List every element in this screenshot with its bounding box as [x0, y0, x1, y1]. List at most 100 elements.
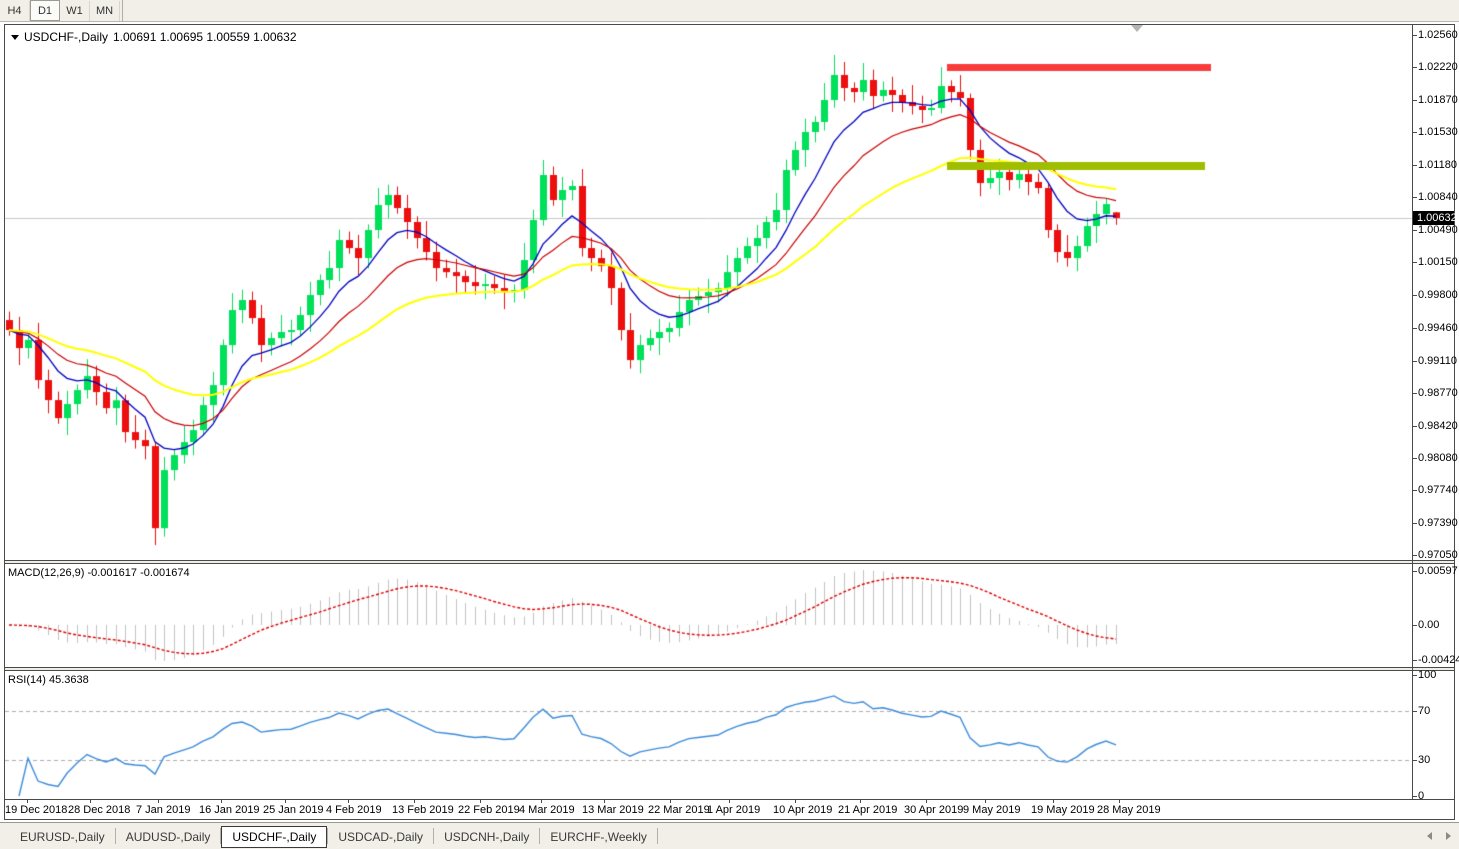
tab-audusd-daily[interactable]: AUDUSD-,Daily [116, 826, 221, 848]
tick-mark [1413, 165, 1417, 166]
date-axis-label: 16 Jan 2019 [199, 804, 260, 816]
tab-usdchf-daily[interactable]: USDCHF-,Daily [221, 826, 327, 848]
tick-mark [1413, 132, 1417, 133]
timeframe-button-w1[interactable]: W1 [60, 1, 90, 21]
tick-mark [221, 800, 222, 803]
price-axis[interactable]: 1.025601.022201.018701.015301.011801.008… [1413, 25, 1454, 799]
tab-scroll-left-button[interactable] [1421, 828, 1437, 844]
price-axis-tick: 1.01870 [1418, 94, 1458, 107]
macd-indicator-label: MACD(12,26,9) -0.001617 -0.001674 [8, 567, 190, 579]
tick-mark [1413, 67, 1417, 68]
price-axis-tick: 1.00840 [1418, 191, 1458, 204]
date-axis-label: 7 Jan 2019 [136, 804, 190, 816]
macd-axis-tick: 0.00597 [1418, 565, 1458, 578]
price-axis-tick: 0.97390 [1418, 517, 1458, 530]
tab-eurchf-weekly[interactable]: EURCHF-,Weekly [540, 826, 656, 848]
chart-window: USDCHF-,Daily 1.00691 1.00695 1.00559 1.… [4, 24, 1455, 820]
current-price-tag: 1.00632 [1413, 211, 1454, 225]
tick-mark [541, 800, 542, 803]
price-axis-tick: 1.01530 [1418, 126, 1458, 139]
tick-mark [1413, 760, 1417, 761]
price-axis-tick: 1.01180 [1418, 159, 1457, 172]
tick-mark [285, 800, 286, 803]
tick-mark [480, 800, 481, 803]
price-chart-canvas[interactable] [5, 25, 1412, 560]
tick-mark [1413, 197, 1417, 198]
pane-divider-rsi[interactable] [5, 667, 1454, 671]
date-axis-label: 10 Apr 2019 [773, 804, 832, 816]
timeframe-toolbar: H4D1W1MN [0, 0, 1459, 22]
tick-mark [1413, 523, 1417, 524]
tick-mark [926, 800, 927, 803]
price-axis-tick: 0.97740 [1418, 484, 1458, 497]
date-axis-label: 22 Feb 2019 [458, 804, 520, 816]
tab-usdcnh-daily[interactable]: USDCNH-,Daily [434, 826, 539, 848]
date-axis-label: 19 Dec 2018 [5, 804, 67, 816]
pane-divider-macd[interactable] [5, 560, 1454, 564]
tick-mark [1413, 675, 1417, 676]
tab-eurusd-daily[interactable]: EURUSD-,Daily [10, 826, 115, 848]
symbol-dropdown-icon[interactable] [11, 35, 19, 40]
price-axis-tick: 0.99110 [1418, 355, 1457, 368]
chart-symbol-label: USDCHF-,Daily [24, 30, 108, 44]
tick-mark [1413, 262, 1417, 263]
rsi-axis-tick: 100 [1418, 669, 1436, 682]
toolbar-separator [122, 0, 123, 22]
tick-mark [1413, 295, 1417, 296]
rsi-indicator-label: RSI(14) 45.3638 [8, 674, 89, 686]
date-axis-label: 21 Apr 2019 [838, 804, 897, 816]
price-axis-tick: 1.02560 [1418, 29, 1458, 42]
autoscroll-marker-icon[interactable] [1131, 25, 1143, 32]
tick-mark [1413, 625, 1417, 626]
date-axis-label: 28 May 2019 [1097, 804, 1161, 816]
scroll-left-icon [1427, 832, 1432, 840]
tick-mark [795, 800, 796, 803]
tick-mark [1413, 393, 1417, 394]
date-axis-label: 1 Apr 2019 [707, 804, 760, 816]
price-axis-tick: 0.97050 [1418, 549, 1458, 562]
timeframe-button-mn[interactable]: MN [90, 1, 120, 21]
rsi-pane-canvas[interactable] [5, 671, 1412, 799]
price-axis-tick: 0.98770 [1418, 387, 1458, 400]
date-axis-label: 22 Mar 2019 [648, 804, 710, 816]
tick-mark [604, 800, 605, 803]
date-axis-label: 28 Dec 2018 [68, 804, 130, 816]
rsi-axis-tick: 30 [1418, 754, 1430, 767]
tick-mark [1119, 800, 1120, 803]
date-axis-label: 9 May 2019 [963, 804, 1020, 816]
date-axis-label: 19 May 2019 [1031, 804, 1095, 816]
tick-mark [158, 800, 159, 803]
date-axis-label: 13 Feb 2019 [392, 804, 454, 816]
date-axis-label: 13 Mar 2019 [582, 804, 644, 816]
tick-mark [414, 800, 415, 803]
macd-pane-canvas[interactable] [5, 564, 1412, 667]
macd-axis-tick: 0.00 [1418, 619, 1439, 632]
date-axis-label: 25 Jan 2019 [263, 804, 324, 816]
tick-mark [1413, 100, 1417, 101]
price-axis-tick: 0.99800 [1418, 289, 1458, 302]
tick-mark [1413, 35, 1417, 36]
tick-mark [1413, 660, 1417, 661]
tab-separator [657, 828, 658, 844]
tab-scroll-right-button[interactable] [1440, 828, 1456, 844]
date-axis-label: 4 Feb 2019 [326, 804, 382, 816]
tick-mark [1413, 555, 1417, 556]
tick-mark [27, 800, 28, 803]
symbol-tab-bar: EURUSD-,DailyAUDUSD-,DailyUSDCHF-,DailyU… [0, 822, 1459, 849]
scroll-right-icon [1446, 832, 1451, 840]
tick-mark [90, 800, 91, 803]
chart-ohlc-values: 1.00691 1.00695 1.00559 1.00632 [113, 30, 297, 44]
tick-mark [729, 800, 730, 803]
tick-mark [1413, 571, 1417, 572]
price-axis-tick: 1.00490 [1418, 224, 1458, 237]
price-axis-tick: 0.98080 [1418, 452, 1458, 465]
tick-mark [860, 800, 861, 803]
tab-usdcad-daily[interactable]: USDCAD-,Daily [328, 826, 433, 848]
tick-mark [1053, 800, 1054, 803]
date-axis[interactable]: 19 Dec 201828 Dec 2018 7 Jan 2019 16 Jan 2… [5, 799, 1454, 818]
macd-axis-tick: -0.00424 [1418, 654, 1459, 667]
timeframe-button-d1[interactable]: D1 [30, 0, 60, 21]
tick-mark [1413, 711, 1417, 712]
price-axis-tick: 1.02220 [1418, 61, 1458, 74]
timeframe-button-h4[interactable]: H4 [0, 1, 30, 21]
